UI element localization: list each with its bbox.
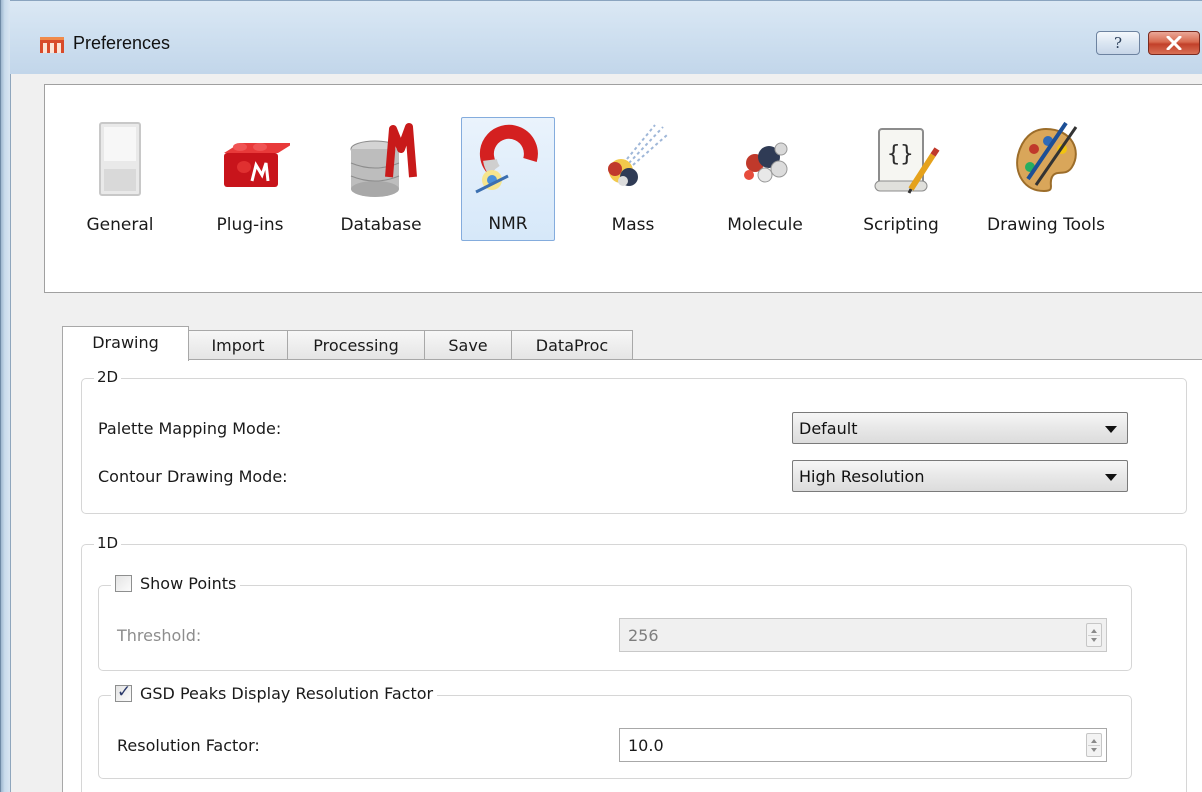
palette-mapping-select[interactable]: Default [792, 412, 1128, 444]
chevron-down-icon [1105, 426, 1117, 433]
window-frame-left [0, 0, 10, 792]
contour-drawing-select[interactable]: High Resolution [792, 460, 1128, 492]
gsd-label: GSD Peaks Display Resolution Factor [140, 684, 434, 703]
category-label: General [86, 215, 154, 235]
spin-buttons[interactable] [1086, 733, 1102, 757]
spin-down-icon [1091, 638, 1097, 642]
show-points-label: Show Points [140, 574, 237, 593]
category-nmr[interactable]: NMR [461, 117, 555, 241]
category-label: Scripting [863, 215, 939, 235]
svg-text:{}: {} [887, 142, 914, 167]
threshold-value: 256 [628, 626, 659, 645]
preferences-window: Preferences ? General Plug-ins Database … [0, 0, 1202, 792]
gsd-group: ✓ GSD Peaks Display Resolution Factor Re… [98, 682, 1132, 779]
tab-processing[interactable]: Processing [287, 330, 425, 360]
category-scripting[interactable]: {} Scripting [849, 119, 953, 239]
general-switch-icon [99, 122, 141, 196]
help-button[interactable]: ? [1096, 31, 1140, 55]
spin-buttons[interactable] [1086, 623, 1102, 647]
category-label: NMR [488, 214, 528, 234]
resolution-factor-label: Resolution Factor: [117, 736, 260, 755]
tab-label: DataProc [535, 336, 609, 355]
show-points-checkbox-row[interactable]: Show Points [111, 574, 241, 593]
resolution-factor-spinbox[interactable]: 10.0 [619, 728, 1107, 762]
close-icon [1166, 36, 1182, 50]
show-points-checkbox[interactable] [115, 575, 132, 592]
spin-up-icon [1091, 629, 1097, 633]
molecule-icon [744, 142, 788, 183]
group-1d: 1D Show Points Threshold: 256 ✓ GSD Peak… [81, 534, 1187, 792]
tab-save[interactable]: Save [424, 330, 512, 360]
palette-mapping-value: Default [799, 419, 858, 438]
category-general[interactable]: General [83, 119, 157, 239]
category-drawing-tools[interactable]: Drawing Tools [975, 119, 1117, 239]
threshold-label: Threshold: [117, 626, 202, 645]
group-2d: 2D Palette Mapping Mode: Default Contour… [81, 368, 1187, 514]
database-cylinder-icon [350, 123, 417, 197]
tab-label: Import [211, 336, 265, 355]
drawing-tab-page: 2D Palette Mapping Mode: Default Contour… [62, 359, 1202, 792]
mass-spectrometry-icon [608, 124, 668, 186]
plugins-brick-icon [224, 143, 290, 187]
resolution-factor-value: 10.0 [628, 736, 664, 755]
group-title-2d: 2D [94, 368, 122, 386]
category-molecule[interactable]: Molecule [715, 119, 815, 239]
contour-drawing-value: High Resolution [799, 467, 925, 486]
gsd-checkbox[interactable]: ✓ [115, 682, 132, 702]
tab-label: Drawing [92, 333, 159, 352]
spin-up-icon [1091, 739, 1097, 743]
category-plugins[interactable]: Plug-ins [205, 119, 295, 239]
show-points-group: Show Points Threshold: 256 [98, 574, 1132, 671]
title-bar[interactable]: Preferences ? [10, 0, 1202, 74]
category-label: Drawing Tools [987, 215, 1105, 235]
app-logo-icon [40, 37, 64, 53]
tab-label: Processing [313, 336, 399, 355]
palette-mapping-label: Palette Mapping Mode: [98, 419, 282, 438]
tab-drawing[interactable]: Drawing [62, 326, 189, 361]
close-button[interactable] [1148, 31, 1200, 55]
drawing-palette-icon [1016, 121, 1078, 193]
scripting-scroll-icon: {} [874, 128, 940, 194]
category-panel: General Plug-ins Database NMR Mass Molec… [44, 84, 1202, 293]
category-label: Mass [611, 215, 655, 235]
contour-drawing-label: Contour Drawing Mode: [98, 467, 288, 486]
chevron-down-icon [1105, 474, 1117, 481]
dialog-client-area: General Plug-ins Database NMR Mass Molec… [10, 74, 1202, 792]
category-database[interactable]: Database [333, 119, 429, 239]
spin-down-icon [1091, 748, 1097, 752]
group-title-1d: 1D [94, 534, 122, 552]
category-label: Molecule [727, 215, 803, 235]
category-label: Plug-ins [216, 215, 284, 235]
tab-import[interactable]: Import [188, 330, 288, 360]
checkmark-icon: ✓ [117, 682, 132, 702]
category-label: Database [340, 215, 422, 235]
help-icon: ? [1113, 34, 1123, 52]
nmr-magnet-icon [475, 124, 538, 194]
tab-dataproc[interactable]: DataProc [511, 330, 633, 360]
window-title: Preferences [73, 33, 171, 53]
gsd-checkbox-row[interactable]: ✓ GSD Peaks Display Resolution Factor [111, 682, 438, 703]
tab-label: Save [448, 336, 488, 355]
threshold-spinbox[interactable]: 256 [619, 618, 1107, 652]
category-mass[interactable]: Mass [593, 119, 673, 239]
